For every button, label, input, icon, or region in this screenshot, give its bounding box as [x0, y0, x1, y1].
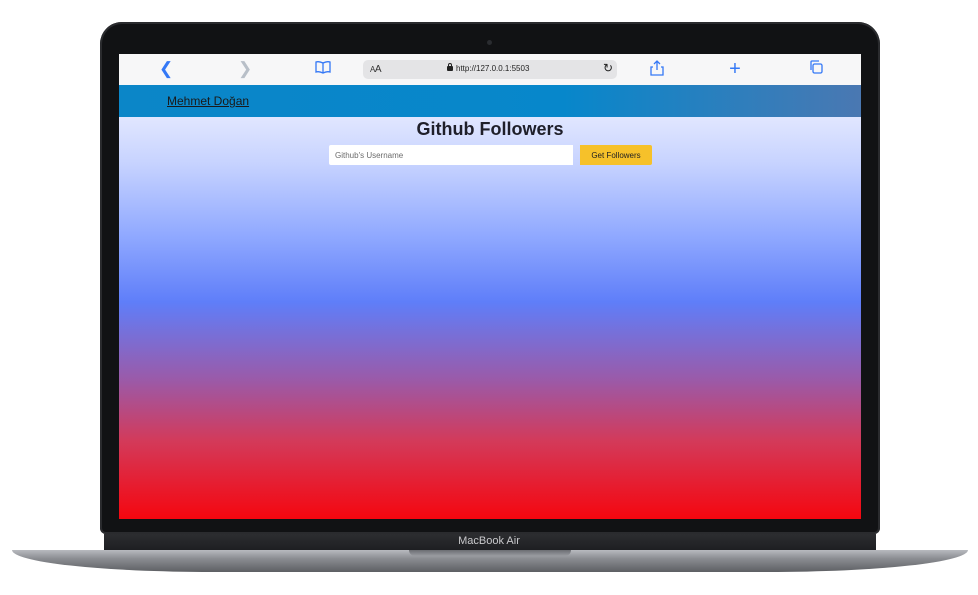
username-input[interactable] [329, 145, 573, 165]
reload-icon[interactable]: ↻ [603, 61, 613, 75]
book-icon[interactable] [314, 60, 332, 78]
navbar: Mehmet Doğan [119, 85, 861, 117]
camera-icon [487, 40, 492, 45]
chevron-right-icon[interactable]: ❯ [238, 60, 252, 78]
screen: ❮ ❯ AA http://127.0.0.1:5503 ↻ + Mehmet … [119, 54, 861, 519]
browser-toolbar: ❮ ❯ AA http://127.0.0.1:5503 ↻ + [119, 54, 861, 86]
lid-notch [409, 550, 571, 556]
chevron-left-icon[interactable]: ❮ [159, 60, 173, 78]
plus-icon[interactable]: + [727, 59, 743, 79]
brand-link[interactable]: Mehmet Doğan [167, 94, 249, 108]
page-title: Github Followers [416, 119, 564, 139]
url-text: http://127.0.0.1:5503 [447, 63, 529, 73]
share-icon[interactable] [649, 60, 665, 78]
search-form: Get Followers [329, 145, 652, 165]
get-followers-button[interactable]: Get Followers [580, 145, 652, 165]
text-size-button[interactable]: AA [370, 64, 382, 75]
model-label: MacBook Air [458, 535, 520, 547]
tabs-icon[interactable] [808, 60, 824, 78]
web-page: Mehmet Doğan Github Followers Get Follow… [119, 85, 861, 519]
address-bar[interactable]: AA http://127.0.0.1:5503 ↻ [363, 60, 617, 79]
lock-icon [447, 63, 453, 71]
